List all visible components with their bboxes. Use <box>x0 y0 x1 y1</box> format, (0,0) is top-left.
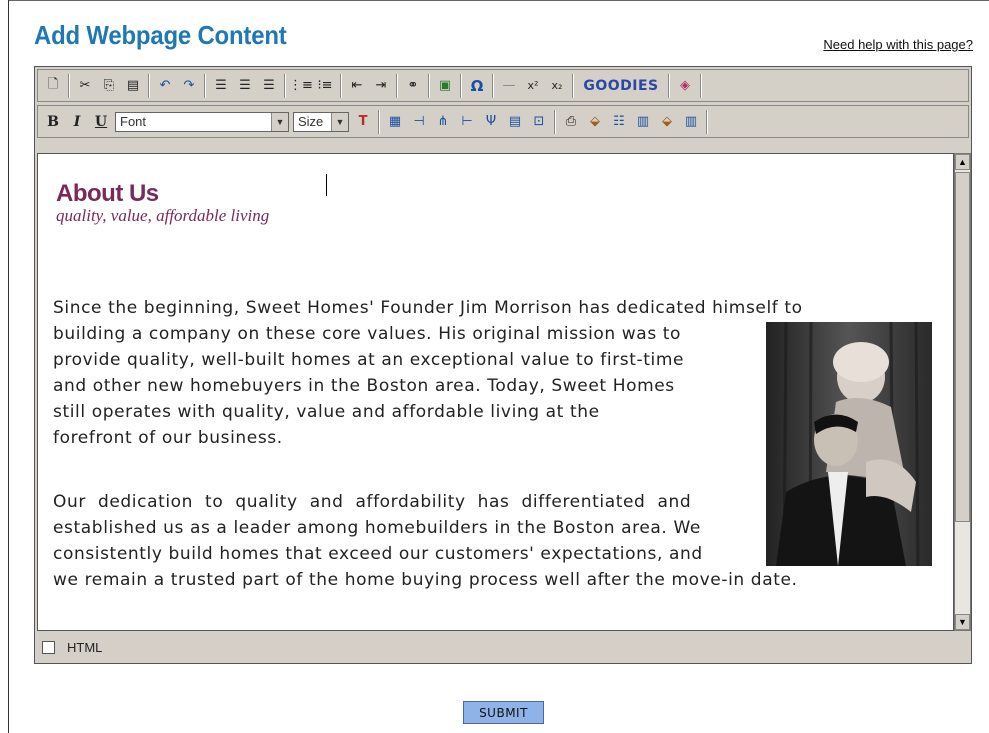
column-width-icon[interactable]: ▥ <box>632 111 654 133</box>
insert-row-icon[interactable]: ⊢ <box>456 111 478 133</box>
subscript-icon[interactable]: x₂ <box>546 75 568 97</box>
underline-button[interactable]: U <box>90 111 112 133</box>
paste-icon[interactable]: ▤ <box>122 75 144 97</box>
about-us-tagline: quality, value, affordable living <box>56 206 270 225</box>
outdent-icon[interactable]: ⇤ <box>346 75 368 97</box>
bold-button[interactable]: B <box>42 111 64 133</box>
align-center-icon[interactable]: ☰ <box>234 75 256 97</box>
vertical-scrollbar[interactable]: ▲ ▼ <box>954 153 971 631</box>
split-cell-icon[interactable]: ⋔ <box>432 111 454 133</box>
text-color-icon[interactable]: T <box>352 111 374 133</box>
help-link[interactable]: Need help with this page? <box>823 37 973 52</box>
founder-photo-graphic <box>766 322 932 566</box>
toolbar-separator <box>284 73 286 98</box>
redo-icon[interactable]: ↷ <box>178 75 200 97</box>
goodies-button[interactable]: GOODIES <box>577 73 665 99</box>
chevron-down-icon: ▼ <box>331 112 348 131</box>
italic-button[interactable]: I <box>66 111 88 133</box>
scroll-down-icon[interactable]: ▼ <box>955 614 970 630</box>
unordered-list-icon[interactable]: ⁝≡ <box>314 75 336 97</box>
toolbar-separator <box>554 109 556 134</box>
special-char-icon[interactable]: Ω <box>466 75 488 97</box>
paint-icon[interactable]: ⬙ <box>584 111 606 133</box>
new-document-icon[interactable]: 🗋 <box>42 75 64 97</box>
text-cursor <box>326 174 327 196</box>
size-select[interactable]: Size ▼ <box>293 111 349 132</box>
toolbar-main: 🗋 ✂ ⎘ ▤ ↶ ↷ ☰ ☰ ☰ ⋮≡ ⁝≡ ⇤ ⇥ ⚭ ▣ Ω — x² x… <box>37 69 969 102</box>
rich-text-editor: 🗋 ✂ ⎘ ▤ ↶ ↷ ☰ ☰ ☰ ⋮≡ ⁝≡ ⇤ ⇥ ⚭ ▣ Ω — x² x… <box>34 66 972 664</box>
toolbar-separator <box>204 73 206 98</box>
page-properties-icon[interactable]: ⎙ <box>560 111 582 133</box>
toolbar-separator <box>378 109 380 134</box>
toolbar-separator <box>340 73 342 98</box>
paragraph-line: consistently build homes that exceed our… <box>53 544 703 564</box>
toolbar-separator <box>668 73 670 98</box>
toolbar-separator <box>460 73 462 98</box>
eraser-icon[interactable]: ◈ <box>674 75 696 97</box>
scrollbar-thumb[interactable] <box>955 172 970 522</box>
link-icon[interactable]: ⚭ <box>402 75 424 97</box>
chevron-down-icon: ▼ <box>271 112 288 131</box>
founder-photo[interactable] <box>766 322 932 566</box>
toolbar-separator <box>396 73 398 98</box>
paragraph-line: and other new homebuyers in the Boston a… <box>53 376 675 396</box>
html-mode-label: HTML <box>67 639 103 655</box>
table-properties-icon[interactable]: ▤ <box>504 111 526 133</box>
html-mode-checkbox[interactable] <box>42 640 55 654</box>
editor-mode-bar: HTML <box>37 635 969 659</box>
ordered-list-icon[interactable]: ⋮≡ <box>289 75 313 97</box>
about-us-heading: About Us <box>56 180 159 207</box>
image-icon[interactable]: ▣ <box>434 75 456 97</box>
fill-icon[interactable]: ⬙ <box>656 111 678 133</box>
goodies-label: GOODIES <box>583 77 659 94</box>
cut-icon[interactable]: ✂ <box>74 75 96 97</box>
content-editing-area[interactable]: About Us quality, value, affordable livi… <box>37 153 954 631</box>
scroll-up-icon[interactable]: ▲ <box>955 154 970 170</box>
cell-properties-icon[interactable]: ⊡ <box>528 111 550 133</box>
submit-button[interactable]: SUBMIT <box>463 701 544 724</box>
toolbar-separator <box>706 109 708 134</box>
undo-icon[interactable]: ↶ <box>154 75 176 97</box>
superscript-icon[interactable]: x² <box>522 75 544 97</box>
toolbar-separator <box>148 73 150 98</box>
page-title: Add Webpage Content <box>34 20 287 50</box>
font-select-value: Font <box>120 114 147 129</box>
font-select[interactable]: Font ▼ <box>115 111 289 132</box>
toolbar-separator <box>492 73 494 98</box>
toolbar-separator <box>700 73 702 98</box>
paragraph-line: Since the beginning, Sweet Homes' Founde… <box>53 298 803 318</box>
insert-column-icon[interactable]: ⊣ <box>408 111 430 133</box>
paragraph-line: still operates with quality, value and a… <box>53 402 600 422</box>
paragraph-line: we remain a trusted part of the home buy… <box>53 570 798 590</box>
column-props-icon[interactable]: ▥ <box>680 111 702 133</box>
align-right-icon[interactable]: ☰ <box>258 75 280 97</box>
toolbar-format: B I U Font ▼ Size ▼ T ▦ ⊣ ⋔ ⊢ Ψ ▤ ⊡ ⎙ ⬙ … <box>37 105 969 138</box>
copy-icon[interactable]: ⎘ <box>98 75 120 97</box>
indent-icon[interactable]: ⇥ <box>370 75 392 97</box>
paragraph-line: building a company on these core values.… <box>53 324 682 344</box>
size-select-value: Size <box>298 114 324 129</box>
window-left-border <box>8 0 9 733</box>
row-height-icon[interactable]: ☷ <box>608 111 630 133</box>
horizontal-rule-icon[interactable]: — <box>498 75 520 97</box>
paragraph-line: Our dedication to quality and affordabil… <box>53 492 692 512</box>
paragraph-line: forefront of our business. <box>53 428 283 448</box>
paragraph-line: established us as a leader among homebui… <box>53 518 701 538</box>
toolbar-separator <box>68 73 70 98</box>
toolbar-separator <box>428 73 430 98</box>
paragraph-line: provide quality, well-built homes at an … <box>53 350 685 370</box>
align-left-icon[interactable]: ☰ <box>210 75 232 97</box>
toolbar-separator <box>572 73 574 98</box>
insert-table-icon[interactable]: ▦ <box>384 111 406 133</box>
merge-cells-icon[interactable]: Ψ <box>480 111 502 133</box>
window-top-border <box>8 0 989 1</box>
